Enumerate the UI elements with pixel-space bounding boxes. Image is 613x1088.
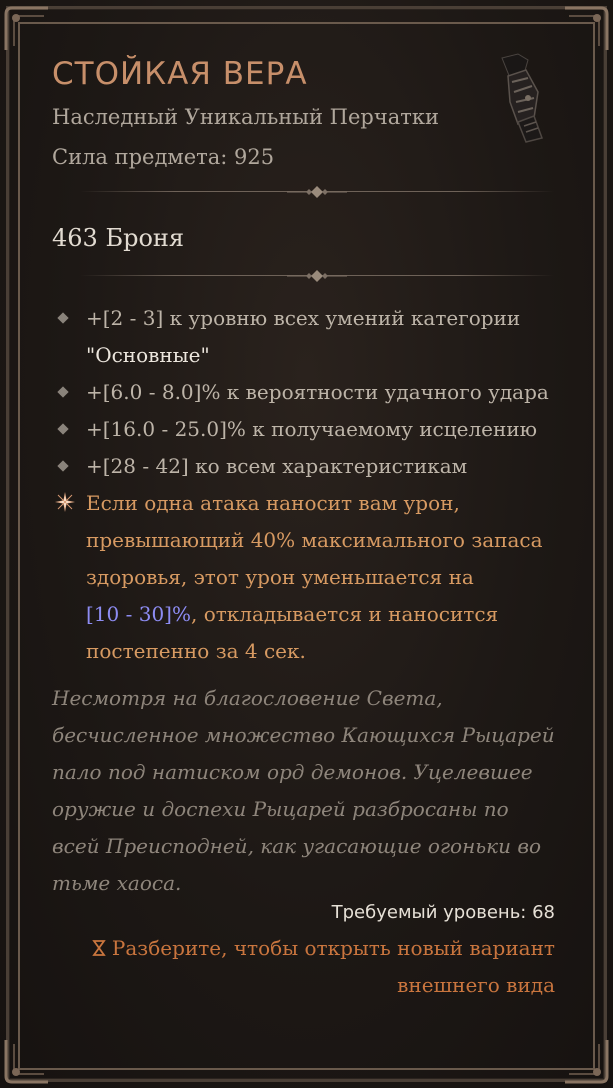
transmog-icon xyxy=(92,940,106,956)
item-tooltip: СТОЙКАЯ ВЕРА Наследный Уникальный Перчат… xyxy=(0,0,613,1088)
unique-power: Если одна атака наносит вам урон, превыш… xyxy=(55,485,558,670)
salvage-hint-text: Разберите, чтобы открыть новый вариант в… xyxy=(111,936,555,997)
bullet-diamond-icon xyxy=(57,460,69,472)
corner-ornament xyxy=(563,1038,609,1084)
bullet-diamond-icon xyxy=(57,386,69,398)
armor-value: 463 Броня xyxy=(52,224,185,252)
affix-text: +[2 - 3] к уровню всех умений категории xyxy=(86,306,521,330)
gauntlet-icon xyxy=(488,52,552,144)
unique-power-range: [10 - 30]% xyxy=(86,602,191,626)
item-type: Наследный Уникальный Перчатки xyxy=(52,105,439,129)
unique-power-text: Если одна атака наносит вам урон, превыш… xyxy=(86,491,543,589)
affix-item: +[16.0 - 25.0]% к получаемому исцелению xyxy=(57,411,558,448)
unique-star-icon xyxy=(55,492,75,512)
affix-item: +[6.0 - 8.0]% к вероятности удачного уда… xyxy=(57,374,558,411)
affix-item: +[28 - 42] ко всем характеристикам xyxy=(57,448,558,485)
corner-ornament xyxy=(4,6,50,52)
affix-text: +[28 - 42] ко всем характеристикам xyxy=(86,454,468,478)
affix-text: +[16.0 - 25.0]% к получаемому исцелению xyxy=(86,417,538,441)
flavor-text: Несмотря на благословение Света, бесчисл… xyxy=(52,686,555,895)
affix-skill-category: "Основные" xyxy=(86,343,210,367)
bullet-diamond-icon xyxy=(57,423,69,435)
bullet-diamond-icon xyxy=(57,312,69,324)
salvage-hint: Разберите, чтобы открыть новый вариант в… xyxy=(75,930,555,1004)
corner-ornament xyxy=(563,6,609,52)
item-title: СТОЙКАЯ ВЕРА xyxy=(52,56,308,92)
affix-text: +[6.0 - 8.0]% к вероятности удачного уда… xyxy=(86,380,549,404)
section-divider xyxy=(80,270,554,282)
section-divider xyxy=(80,186,554,198)
affix-item: +[2 - 3] к уровню всех умений категории … xyxy=(57,300,558,374)
required-level: Требуемый уровень: 68 xyxy=(331,902,555,923)
affix-list: +[2 - 3] к уровню всех умений категории … xyxy=(55,300,558,670)
corner-ornament xyxy=(4,1038,50,1084)
item-power: Сила предмета: 925 xyxy=(52,145,275,169)
